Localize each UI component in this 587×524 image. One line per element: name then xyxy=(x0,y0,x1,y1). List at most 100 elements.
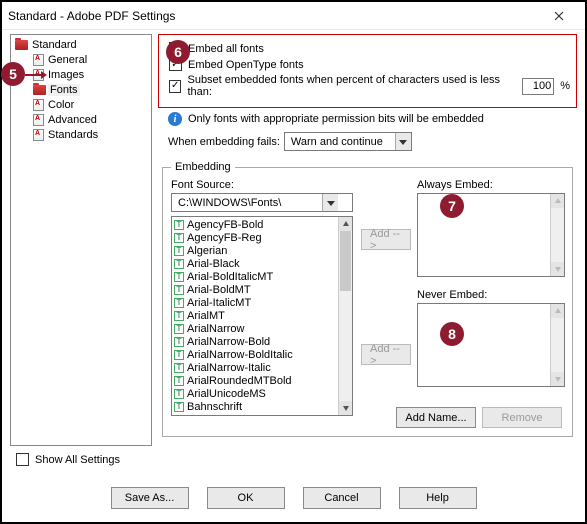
tree-item-label: General xyxy=(46,54,89,66)
never-embed-scrollbar[interactable] xyxy=(550,304,564,386)
font-list-item-label: Algerian xyxy=(187,245,227,257)
embedding-fails-label: When embedding fails: xyxy=(168,136,280,148)
font-list-item[interactable]: TAgencyFB-Reg xyxy=(174,231,336,244)
scroll-thumb[interactable] xyxy=(340,231,351,291)
ok-button[interactable]: OK xyxy=(207,487,285,509)
subset-checkbox[interactable]: ✓ xyxy=(169,80,181,93)
truetype-icon: T xyxy=(174,246,184,256)
tree-item-standards[interactable]: Standards xyxy=(13,127,151,142)
annotation-arrow-5 xyxy=(25,70,47,80)
truetype-icon: T xyxy=(174,376,184,386)
subset-label: Subset embedded fonts when percent of ch… xyxy=(187,74,511,98)
truetype-icon: T xyxy=(174,298,184,308)
font-source-value: C:\WINDOWS\Fonts\ xyxy=(172,197,322,209)
font-list-item-label: ArialMT xyxy=(187,310,225,322)
scroll-down-button[interactable] xyxy=(551,262,564,276)
folder-icon xyxy=(15,40,28,50)
font-list-item[interactable]: TArialUnicodeMS xyxy=(174,387,336,400)
tree-item-general[interactable]: General xyxy=(13,52,151,67)
font-list-item[interactable]: TBahnschrift xyxy=(174,400,336,413)
font-list-item[interactable]: TArial-Black xyxy=(174,257,336,270)
tree-item-label: Standards xyxy=(46,129,100,141)
never-embed-label: Never Embed: xyxy=(417,289,557,301)
tree-item-fonts[interactable]: Fonts xyxy=(13,82,151,97)
embed-ot-label: Embed OpenType fonts xyxy=(188,59,304,71)
font-list-item[interactable]: TArial-BoldItalicMT xyxy=(174,270,336,283)
embedding-fails-row: When embedding fails: Warn and continue xyxy=(168,132,577,151)
font-list-scrollbar[interactable] xyxy=(338,217,352,415)
subset-percent-suffix: % xyxy=(560,80,570,92)
embedding-group: Embedding Font Source: C:\WINDOWS\Fonts\… xyxy=(162,161,573,437)
truetype-icon: T xyxy=(174,337,184,347)
tree-item-label: Fonts xyxy=(48,84,80,96)
font-list-item[interactable]: TArialNarrow-Italic xyxy=(174,361,336,374)
embedding-fails-dropdown[interactable]: Warn and continue xyxy=(284,132,412,151)
font-list-item-label: Arial-BoldItalicMT xyxy=(187,271,273,283)
main-area: Standard General Images Fonts Color Adva… xyxy=(2,30,585,450)
font-source-list[interactable]: TAgencyFB-BoldTAgencyFB-RegTAlgerianTAri… xyxy=(171,216,353,416)
scroll-up-button[interactable] xyxy=(551,194,564,208)
truetype-icon: T xyxy=(174,311,184,321)
tree-item-advanced[interactable]: Advanced xyxy=(13,112,151,127)
window-title: Standard - Adobe PDF Settings xyxy=(8,9,539,23)
chevron-down-icon xyxy=(322,194,338,211)
annotation-badge-5: 5 xyxy=(1,62,25,86)
truetype-icon: T xyxy=(174,220,184,230)
truetype-icon: T xyxy=(174,389,184,399)
scroll-down-button[interactable] xyxy=(551,372,564,386)
embed-all-label: Embed all fonts xyxy=(188,43,264,55)
font-list-item-label: Arial-BoldMT xyxy=(187,284,251,296)
font-list-item[interactable]: TArialNarrow xyxy=(174,322,336,335)
tree-item-label: Color xyxy=(46,99,76,111)
scroll-down-button[interactable] xyxy=(339,401,352,415)
truetype-icon: T xyxy=(174,259,184,269)
font-list-item[interactable]: TArialNarrow-Bold xyxy=(174,335,336,348)
font-source-label: Font Source: xyxy=(171,179,355,191)
font-list-item-label: ArialNarrow xyxy=(187,323,244,335)
truetype-icon: T xyxy=(174,402,184,412)
font-list-item[interactable]: TArial-BoldMT xyxy=(174,283,336,296)
font-list-item-label: ArialNarrow-Bold xyxy=(187,336,270,348)
embedding-fails-value: Warn and continue xyxy=(285,136,395,148)
font-list-item[interactable]: TArialRoundedMTBold xyxy=(174,374,336,387)
font-list-item[interactable]: TArial-ItalicMT xyxy=(174,296,336,309)
tree-root-label: Standard xyxy=(30,39,79,51)
show-all-settings-row: Show All Settings xyxy=(16,453,120,466)
add-name-button[interactable]: Add Name... xyxy=(396,407,476,428)
titlebar: Standard - Adobe PDF Settings xyxy=(2,2,585,30)
font-list-item-label: Arial-ItalicMT xyxy=(187,297,251,309)
font-list-item[interactable]: TArialMT xyxy=(174,309,336,322)
font-list-item[interactable]: TAgencyFB-Bold xyxy=(174,218,336,231)
doc-icon xyxy=(33,54,44,66)
subset-percent-input[interactable]: 100 xyxy=(522,78,555,95)
window-frame: 5 6 7 8 Standard - Adobe PDF Settings St… xyxy=(0,0,587,524)
annotation-badge-8: 8 xyxy=(440,322,464,346)
add-always-button[interactable]: Add --> xyxy=(361,229,411,250)
subset-row: ✓ Subset embedded fonts when percent of … xyxy=(169,74,570,98)
scroll-up-button[interactable] xyxy=(551,304,564,318)
tree-item-label: Advanced xyxy=(46,114,99,126)
font-source-dropdown[interactable]: C:\WINDOWS\Fonts\ xyxy=(171,193,353,212)
tree-root-standard[interactable]: Standard xyxy=(13,37,151,52)
font-list-item[interactable]: TAlgerian xyxy=(174,244,336,257)
annotation-badge-6: 6 xyxy=(166,40,190,64)
font-list-item[interactable]: TArialNarrow-BoldItalic xyxy=(174,348,336,361)
never-embed-list[interactable] xyxy=(417,303,565,387)
font-list-item-label: Arial-Black xyxy=(187,258,240,270)
remove-button[interactable]: Remove xyxy=(482,407,562,428)
help-button[interactable]: Help xyxy=(399,487,477,509)
show-all-settings-checkbox[interactable] xyxy=(16,453,29,466)
close-button[interactable] xyxy=(539,3,579,29)
cancel-button[interactable]: Cancel xyxy=(303,487,381,509)
truetype-icon: T xyxy=(174,350,184,360)
chevron-down-icon xyxy=(395,133,411,150)
always-embed-scrollbar[interactable] xyxy=(550,194,564,276)
truetype-icon: T xyxy=(174,233,184,243)
settings-tree[interactable]: Standard General Images Fonts Color Adva… xyxy=(10,34,152,446)
scroll-up-button[interactable] xyxy=(339,217,352,231)
tree-item-label: Images xyxy=(46,69,86,81)
add-never-button[interactable]: Add --> xyxy=(361,344,411,365)
dialog-footer: Save As... OK Cancel Help xyxy=(2,474,585,522)
save-as-button[interactable]: Save As... xyxy=(111,487,189,509)
tree-item-color[interactable]: Color xyxy=(13,97,151,112)
